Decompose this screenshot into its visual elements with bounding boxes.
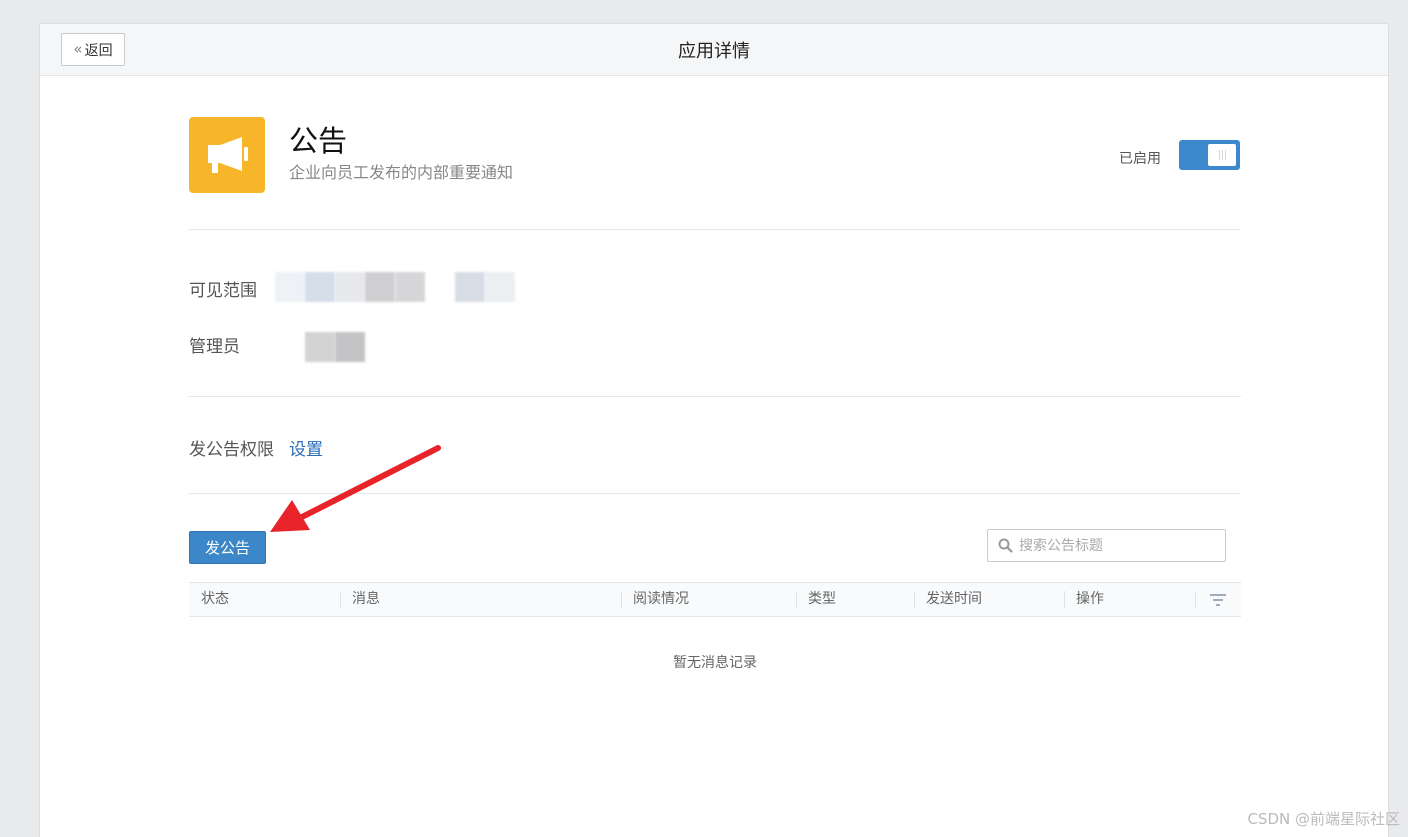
page-title: 应用详情 [678,40,750,62]
column-header-actions: 操作 [1064,583,1195,616]
column-filter-button[interactable] [1195,583,1241,616]
app-description: 企业向员工发布的内部重要通知 [289,163,514,182]
app-name: 公告 [289,124,348,158]
filter-icon [1210,593,1226,606]
empty-state-text: 暂无消息记录 [673,655,757,671]
post-announcement-button[interactable]: 发公告 [189,531,266,564]
megaphone-icon [189,117,265,193]
back-button-label: 返回 [84,42,113,59]
column-header-read-status: 阅读情况 [621,583,796,616]
column-header-type: 类型 [796,583,914,616]
column-header-send-time: 发送时间 [914,583,1064,616]
search-box[interactable] [987,529,1226,562]
enabled-status-label: 已启用 [1119,151,1161,167]
enable-toggle[interactable] [1179,140,1240,170]
column-header-status: 状态 [201,591,229,607]
back-button[interactable]: « 返回 [61,33,125,66]
search-icon [998,538,1013,553]
annotation-arrow-icon [270,445,441,532]
app-detail-card: « 返回 应用详情 公告 企业向员工发布的内部重要通知 已启用 可见范围 管理员… [39,23,1389,837]
search-input[interactable] [1019,537,1209,554]
double-chevron-left-icon: « [73,39,83,58]
app-info-section: 可见范围 管理员 [189,230,1241,397]
toggle-knob [1208,144,1236,166]
card-header: « 返回 应用详情 [40,24,1388,76]
column-header-message: 消息 [340,583,621,616]
visibility-label: 可见范围 [189,281,257,301]
admin-label: 管理员 [189,337,240,357]
watermark: CSDN @前端星际社区 [1247,810,1400,828]
app-summary: 公告 企业向员工发布的内部重要通知 已启用 [189,76,1241,230]
table-header: 状态 消息 阅读情况 类型 发送时间 操作 [189,582,1241,617]
